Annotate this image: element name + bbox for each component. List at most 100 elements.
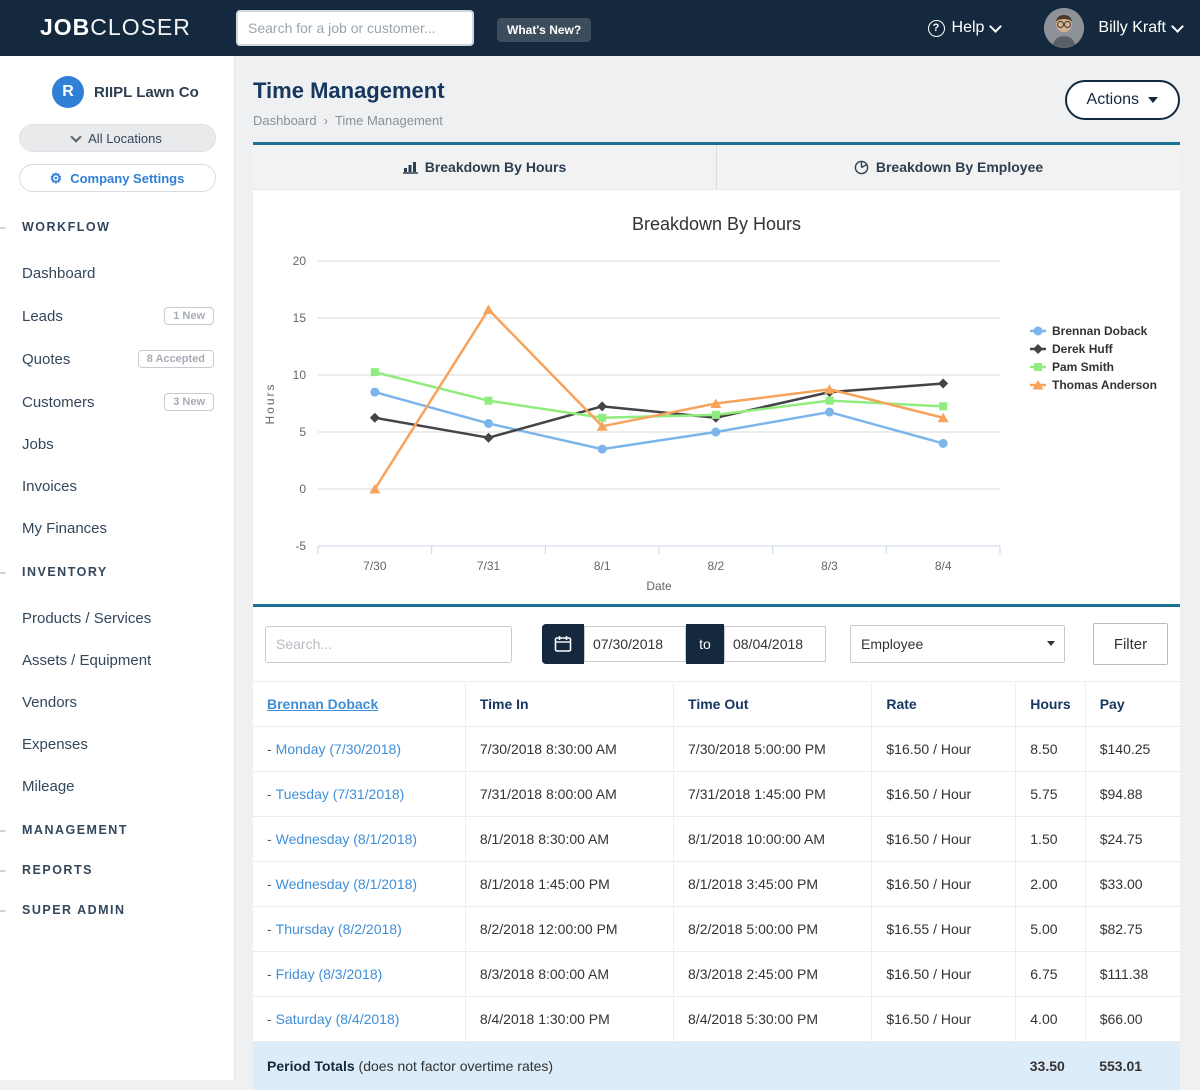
company-logo: R [52, 76, 84, 108]
user-menu[interactable]: Billy Kraft [1098, 19, 1182, 37]
day-link[interactable]: Friday (8/3/2018) [276, 966, 383, 982]
user-name: Billy Kraft [1098, 19, 1166, 37]
svg-text:8/4: 8/4 [935, 559, 952, 573]
section-label-super-admin: SUPER ADMIN [22, 903, 126, 917]
calendar-button[interactable] [542, 624, 584, 664]
page-title: Time Management [253, 78, 1180, 104]
date-to-label: to [686, 624, 724, 664]
user-avatar[interactable] [1044, 8, 1084, 48]
date-to-input[interactable] [724, 626, 826, 662]
hours-line-chart: 20151050-57/307/318/18/28/38/4DateHoursB… [253, 190, 1180, 604]
svg-text:Pam Smith: Pam Smith [1052, 360, 1114, 374]
tab-bar: Breakdown By Hours Breakdown By Employee [253, 145, 1180, 190]
company-settings-button[interactable]: ⚙ Company Settings [19, 164, 216, 192]
table-row: -Monday (7/30/2018) 7/30/2018 8:30:00 AM… [253, 727, 1180, 772]
sidebar-item-invoices[interactable]: Invoices [22, 478, 214, 495]
employee-name-link[interactable]: Brennan Doback [267, 696, 378, 712]
day-link[interactable]: Saturday (8/4/2018) [276, 1011, 400, 1027]
col-header-time-out: Time Out [674, 682, 872, 727]
sidebar-item-leads[interactable]: Leads1 New [22, 307, 214, 325]
bar-chart-icon [403, 160, 418, 174]
period-totals-label: Period Totals [267, 1058, 355, 1074]
table-header-row: Brennan Doback Time In Time Out Rate Hou… [253, 682, 1180, 727]
table-search-input[interactable] [265, 626, 512, 663]
day-link[interactable]: Monday (7/30/2018) [276, 741, 401, 757]
pie-chart-icon [854, 160, 869, 175]
svg-text:Derek Huff: Derek Huff [1052, 342, 1114, 356]
svg-text:8/2: 8/2 [707, 559, 724, 573]
timesheet-table: Brennan Doback Time In Time Out Rate Hou… [253, 681, 1180, 1090]
employee-select[interactable]: Employee [850, 625, 1065, 663]
section-label-reports: REPORTS [22, 863, 93, 877]
gear-icon: ⚙ [50, 171, 63, 185]
global-search-input[interactable] [236, 10, 474, 46]
customers-badge: 3 New [164, 393, 214, 411]
table-row: -Wednesday (8/1/2018) 8/1/2018 8:30:00 A… [253, 817, 1180, 862]
tab-breakdown-by-employee[interactable]: Breakdown By Employee [716, 145, 1180, 189]
dash-icon: --- [0, 863, 5, 877]
whats-new-button[interactable]: What's New? [497, 18, 591, 42]
company-name: RIIPL Lawn Co [94, 84, 199, 101]
table-row: -Thursday (8/2/2018) 8/2/2018 12:00:00 P… [253, 907, 1180, 952]
sidebar: R RIIPL Lawn Co All Locations ⚙ Company … [0, 56, 235, 1080]
help-menu[interactable]: ? Help [928, 19, 1001, 37]
col-header-time-in: Time In [465, 682, 673, 727]
section-management[interactable]: --- MANAGEMENT [0, 821, 234, 839]
section-workflow: --- WORKFLOW [0, 218, 234, 236]
time-management-card: Breakdown By Hours Breakdown By Employee… [253, 142, 1180, 1090]
col-header-hours: Hours [1016, 682, 1085, 727]
sidebar-item-assets-equipment[interactable]: Assets / Equipment [22, 652, 214, 669]
sidebar-item-expenses[interactable]: Expenses [22, 736, 214, 753]
day-link[interactable]: Wednesday (8/1/2018) [276, 831, 417, 847]
svg-text:10: 10 [293, 368, 307, 382]
svg-text:8/1: 8/1 [594, 559, 611, 573]
sidebar-item-jobs[interactable]: Jobs [22, 436, 214, 453]
app-logo[interactable]: JOBCLOSER [40, 14, 191, 41]
day-link[interactable]: Thursday (8/2/2018) [276, 921, 402, 937]
sidebar-item-my-finances[interactable]: My Finances [22, 520, 214, 537]
breadcrumb: Dashboard › Time Management [253, 113, 1180, 128]
total-pay: 553.01 [1085, 1042, 1180, 1090]
sidebar-item-mileage[interactable]: Mileage [22, 778, 214, 795]
top-navbar: JOBCLOSER What's New? ? Help Billy Kraft [0, 0, 1200, 56]
chevron-down-icon [70, 131, 81, 142]
svg-text:-5: -5 [295, 539, 306, 553]
section-label-inventory: INVENTORY [22, 565, 108, 579]
filter-button[interactable]: Filter [1093, 623, 1168, 665]
dash-icon: --- [0, 903, 5, 917]
section-super-admin[interactable]: --- SUPER ADMIN [0, 901, 234, 919]
period-totals-note: (does not factor overtime rates) [355, 1058, 553, 1074]
tab-breakdown-by-hours[interactable]: Breakdown By Hours [253, 145, 716, 189]
actions-button[interactable]: Actions [1065, 80, 1180, 120]
section-reports[interactable]: --- REPORTS [0, 861, 234, 879]
sidebar-item-dashboard[interactable]: Dashboard [22, 265, 214, 282]
breadcrumb-dashboard-link[interactable]: Dashboard [253, 113, 317, 128]
all-locations-dropdown[interactable]: All Locations [19, 124, 216, 152]
svg-text:0: 0 [299, 482, 306, 496]
col-header-rate: Rate [872, 682, 1016, 727]
svg-text:Brennan Doback: Brennan Doback [1052, 324, 1148, 338]
help-label: Help [952, 19, 985, 37]
table-row: -Friday (8/3/2018) 8/3/2018 8:00:00 AM 8… [253, 952, 1180, 997]
table-row: -Wednesday (8/1/2018) 8/1/2018 1:45:00 P… [253, 862, 1180, 907]
table-filter-row: to Employee Filter [253, 607, 1180, 681]
sidebar-item-products-services[interactable]: Products / Services [22, 610, 214, 627]
svg-text:Hours: Hours [263, 382, 277, 424]
sidebar-item-customers[interactable]: Customers3 New [22, 393, 214, 411]
day-link[interactable]: Wednesday (8/1/2018) [276, 876, 417, 892]
svg-text:7/31: 7/31 [477, 559, 501, 573]
breadcrumb-current: Time Management [335, 113, 443, 128]
date-from-input[interactable] [584, 626, 686, 662]
calendar-icon [554, 635, 572, 653]
svg-text:Thomas Anderson: Thomas Anderson [1052, 378, 1157, 392]
svg-text:Breakdown By Hours: Breakdown By Hours [632, 214, 801, 234]
company-settings-label: Company Settings [70, 171, 184, 186]
sidebar-item-quotes[interactable]: Quotes8 Accepted [22, 350, 214, 368]
day-link[interactable]: Tuesday (7/31/2018) [276, 786, 405, 802]
svg-text:Date: Date [646, 579, 672, 593]
sidebar-item-vendors[interactable]: Vendors [22, 694, 214, 711]
quotes-badge: 8 Accepted [138, 350, 214, 368]
dash-icon: --- [0, 565, 5, 579]
period-totals-row: Period Totals (does not factor overtime … [253, 1042, 1180, 1090]
section-label-management: MANAGEMENT [22, 823, 128, 837]
